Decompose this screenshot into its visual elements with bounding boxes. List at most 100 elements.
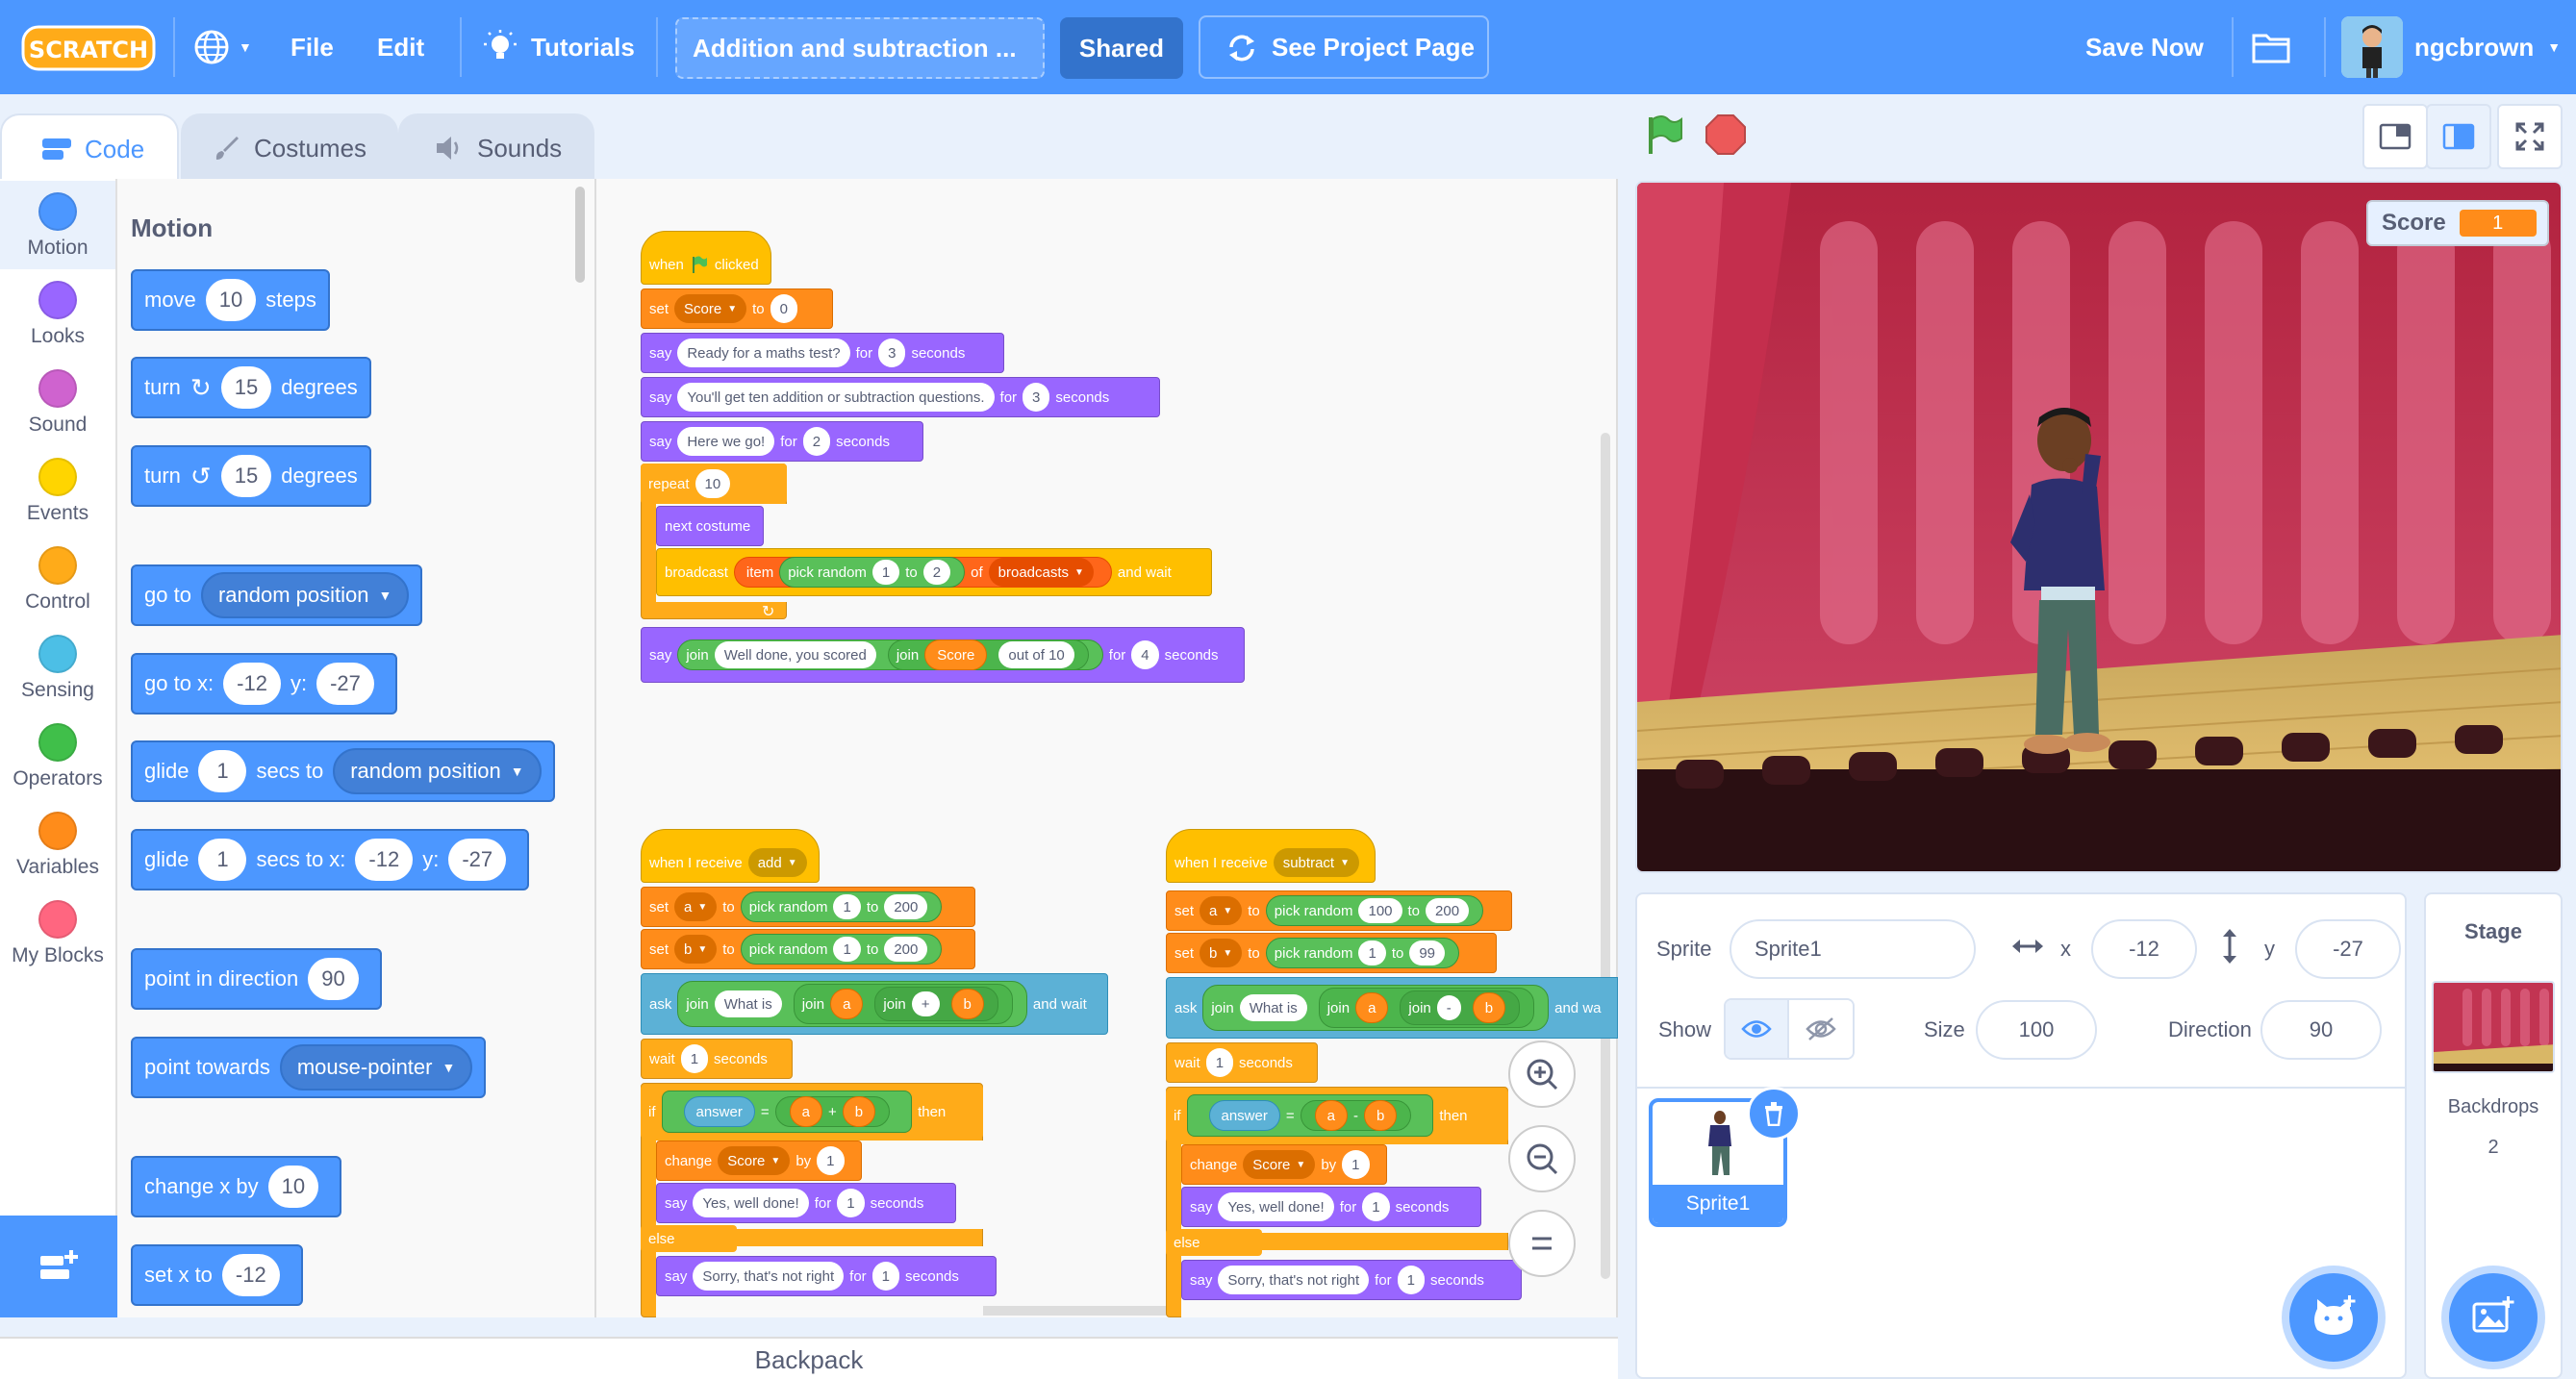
add-extension-button[interactable] <box>0 1216 117 1317</box>
show-sprite-button[interactable] <box>1726 1000 1790 1058</box>
small-stage-button[interactable] <box>2362 104 2428 169</box>
y-input[interactable]: -27 <box>316 663 374 705</box>
pick-random-reporter[interactable]: pick random 100 to 200 <box>1265 895 1484 926</box>
join-reporter[interactable]: join Score out of 10 <box>887 639 1089 670</box>
size-input[interactable]: 100 <box>1976 1000 2097 1060</box>
language-menu[interactable]: ▼ <box>192 0 252 94</box>
secs-input[interactable]: 2 <box>802 427 831 456</box>
x-position-input[interactable]: -12 <box>2091 919 2197 979</box>
join-reporter[interactable]: join + b <box>874 987 998 1021</box>
equals-reporter[interactable]: answer = a + b <box>661 1091 913 1133</box>
save-now-button[interactable]: Save Now <box>2085 0 2204 94</box>
answer-reporter[interactable]: answer <box>683 1096 755 1127</box>
message-dropdown[interactable]: add ▼ <box>747 848 807 877</box>
file-menu[interactable]: File <box>290 0 334 94</box>
zoom-reset-button[interactable] <box>1508 1210 1576 1277</box>
variable-b-reporter[interactable]: b <box>950 989 984 1019</box>
add-reporter[interactable]: a + b <box>774 1096 891 1127</box>
backdrop-thumbnail[interactable] <box>2432 981 2555 1073</box>
secs-input[interactable]: 1 <box>198 750 247 792</box>
direction-input[interactable]: 90 <box>308 958 359 1000</box>
stage-canvas[interactable] <box>1635 181 2563 873</box>
scratch-logo[interactable]: SCRATCH <box>21 23 156 73</box>
variable-dropdown[interactable]: a ▼ <box>674 892 718 921</box>
zoom-in-button[interactable] <box>1508 1041 1576 1108</box>
tutorials-button[interactable]: Tutorials <box>481 0 635 94</box>
secs-input[interactable]: 1 <box>198 839 247 881</box>
category-sound[interactable]: Sound <box>0 358 115 446</box>
tab-costumes[interactable]: Costumes <box>181 113 398 181</box>
green-flag-button[interactable] <box>1643 113 1687 163</box>
delete-sprite-button[interactable] <box>1747 1087 1801 1141</box>
target-dropdown[interactable]: random position ▼ <box>333 748 542 794</box>
direction-input[interactable]: 90 <box>2260 1000 2382 1060</box>
ask-and-wait-block[interactable]: ask join What is join a join - b and wa <box>1166 977 1618 1039</box>
stop-button[interactable] <box>1705 113 1747 161</box>
go-to-block[interactable]: go to random position ▼ <box>131 564 423 626</box>
wait-block[interactable]: wait 1 seconds <box>1166 1042 1318 1083</box>
zoom-out-button[interactable] <box>1508 1125 1576 1192</box>
list-dropdown[interactable]: broadcasts ▼ <box>988 558 1094 587</box>
message-input[interactable]: Here we go! <box>677 427 775 456</box>
project-title-input[interactable]: Addition and subtraction ... <box>675 17 1045 79</box>
point-in-direction-block[interactable]: point in direction 90 <box>131 948 382 1010</box>
dx-input[interactable]: 10 <box>267 1166 319 1208</box>
glide-to-block[interactable]: glide 1 secs to random position ▼ <box>131 740 555 802</box>
say-for-secs-block[interactable]: say Ready for a maths test? for 3 second… <box>641 333 1004 373</box>
category-operators[interactable]: Operators <box>0 712 115 800</box>
set-x-block[interactable]: set x to -12 <box>131 1244 303 1306</box>
hide-sprite-button[interactable] <box>1789 1000 1853 1058</box>
y-input[interactable]: -27 <box>448 839 507 881</box>
message-input[interactable]: Ready for a maths test? <box>677 338 850 367</box>
category-motion[interactable]: Motion <box>0 181 115 269</box>
say-for-secs-block[interactable]: say Sorry, that's not right for 1 second… <box>1181 1260 1522 1300</box>
change-x-block[interactable]: change x by 10 <box>131 1156 342 1217</box>
palette-scrollbar[interactable] <box>575 187 585 283</box>
when-i-receive-block[interactable]: when I receive add ▼ <box>641 829 820 883</box>
set-variable-block[interactable]: set a ▼ to pick random 1 to 200 <box>641 887 975 927</box>
my-stuff-button[interactable] <box>2251 0 2291 94</box>
pick-random-reporter[interactable]: pick random 1 to 2 <box>779 557 966 588</box>
pick-random-reporter[interactable]: pick random 1 to 99 <box>1265 938 1460 968</box>
fullscreen-button[interactable] <box>2497 104 2563 169</box>
secs-input[interactable]: 3 <box>878 338 906 367</box>
backpack[interactable]: Backpack <box>0 1337 1618 1379</box>
turn-left-block[interactable]: turn ↺ 15 degrees <box>131 445 371 507</box>
y-position-input[interactable]: -27 <box>2295 919 2401 979</box>
script-vertical-scrollbar[interactable] <box>1601 433 1610 1279</box>
wait-block[interactable]: wait 1 seconds <box>641 1039 793 1079</box>
join-reporter[interactable]: join What is join a join + b <box>677 981 1027 1027</box>
pick-random-reporter[interactable]: pick random 1 to 200 <box>740 934 943 965</box>
say-for-secs-block[interactable]: say join Well done, you scored join Scor… <box>641 627 1245 683</box>
move-steps-block[interactable]: move 10 steps <box>131 269 330 331</box>
steps-input[interactable]: 10 <box>205 279 257 321</box>
target-dropdown[interactable]: random position ▼ <box>200 572 410 618</box>
x-input[interactable]: -12 <box>355 839 414 881</box>
say-for-secs-block[interactable]: say Yes, well done! for 1 seconds <box>656 1183 956 1223</box>
when-i-receive-block[interactable]: when I receive subtract ▼ <box>1166 829 1376 883</box>
score-monitor[interactable]: Score 1 <box>2366 200 2549 246</box>
variable-dropdown[interactable]: Score ▼ <box>674 294 747 323</box>
message-input[interactable]: You'll get ten addition or subtraction q… <box>677 383 995 412</box>
say-for-secs-block[interactable]: say You'll get ten addition or subtracti… <box>641 377 1160 417</box>
join-reporter[interactable]: join Well done, you scored join Score ou… <box>677 639 1103 670</box>
secs-input[interactable]: 4 <box>1131 640 1159 669</box>
change-variable-block[interactable]: change Score ▼ by 1 <box>1181 1144 1387 1185</box>
category-events[interactable]: Events <box>0 446 115 535</box>
category-my-blocks[interactable]: My Blocks <box>0 889 115 977</box>
x-input[interactable]: -12 <box>223 663 281 705</box>
count-input[interactable]: 10 <box>695 469 731 498</box>
go-to-xy-block[interactable]: go to x: -12 y: -27 <box>131 653 397 715</box>
glide-to-xy-block[interactable]: glide 1 secs to x: -12 y: -27 <box>131 829 530 890</box>
join-reporter[interactable]: join a join + b <box>793 984 1013 1024</box>
equals-reporter[interactable]: answer = a - b <box>1186 1094 1434 1137</box>
point-towards-block[interactable]: point towards mouse-pointer ▼ <box>131 1037 487 1098</box>
choose-sprite-button[interactable] <box>2289 1273 2378 1362</box>
change-variable-block[interactable]: change Score ▼ by 1 <box>656 1141 862 1181</box>
target-dropdown[interactable]: mouse-pointer ▼ <box>279 1044 473 1091</box>
join-reporter[interactable]: join - b <box>1400 990 1521 1025</box>
tab-sounds[interactable]: Sounds <box>398 113 594 181</box>
broadcast-and-wait-block[interactable]: broadcast item pick random 1 to 2 of bro… <box>656 548 1212 596</box>
subtract-reporter[interactable]: a - b <box>1300 1100 1412 1131</box>
x-input[interactable]: -12 <box>221 1254 280 1296</box>
